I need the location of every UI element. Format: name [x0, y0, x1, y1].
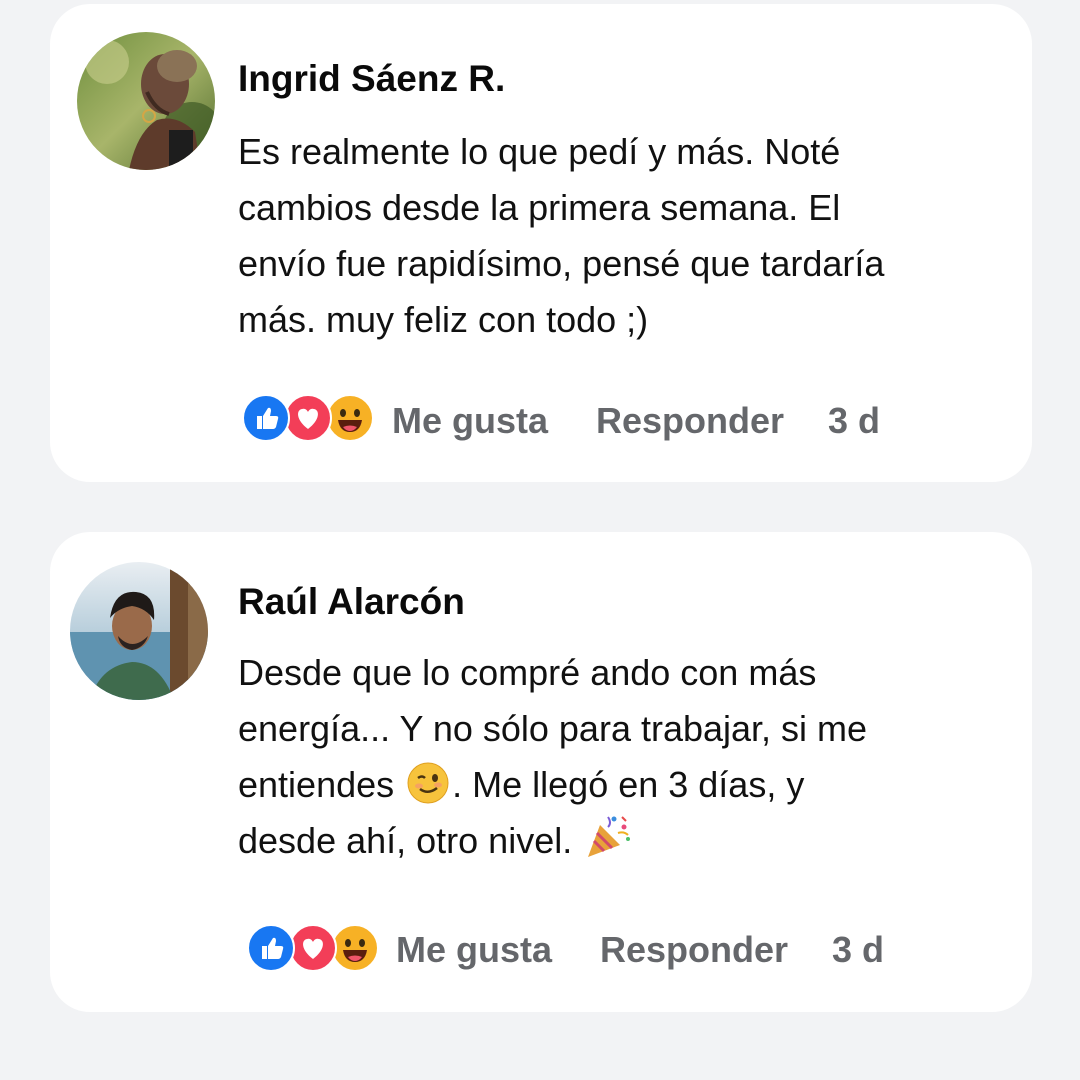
- comment-text-line: entiendes . Me llegó en 3 días, y: [238, 757, 978, 813]
- love-icon: [289, 924, 337, 972]
- comment-author-name[interactable]: Raúl Alarcón: [238, 581, 465, 623]
- like-button[interactable]: Me gusta: [392, 400, 548, 442]
- reaction-summary[interactable]: [247, 924, 382, 972]
- comment-text-line: cambios desde la primera semana. El: [238, 187, 841, 228]
- comment-text-line: más. muy feliz con todo ;): [238, 299, 649, 340]
- love-icon: [284, 394, 332, 442]
- comment-text-fragment: . Me llegó en 3 días, y: [452, 764, 805, 805]
- comment-text-line: Desde que lo compré ando con más: [238, 652, 817, 693]
- reply-button[interactable]: Responder: [600, 929, 788, 971]
- comment-author-name[interactable]: Ingrid Sáenz R.: [238, 58, 505, 100]
- haha-icon: [326, 394, 374, 442]
- comment-text-line: envío fue rapidísimo, pensé que tardaría: [238, 243, 885, 284]
- comment-timestamp[interactable]: 3 d: [828, 400, 880, 442]
- like-icon: [242, 394, 290, 442]
- like-icon: [247, 924, 295, 972]
- comment-timestamp[interactable]: 3 d: [832, 929, 884, 971]
- comment-text-line: energía... Y no sólo para trabajar, si m…: [238, 708, 868, 749]
- party-popper-emoji: [584, 813, 631, 857]
- comment-text-fragment: entiendes: [238, 764, 405, 805]
- winking-face-emoji: [406, 761, 450, 805]
- comment-text: Es realmente lo que pedí y más. Noté cam…: [238, 124, 978, 348]
- comment-text: Desde que lo compré ando con más energía…: [238, 645, 978, 869]
- reply-button[interactable]: Responder: [596, 400, 784, 442]
- comment-text-line: desde ahí, otro nivel.: [238, 813, 978, 869]
- comments-feed: Ingrid Sáenz R. Es realmente lo que pedí…: [0, 0, 1080, 1080]
- avatar[interactable]: [77, 32, 215, 170]
- comment-text-line: Es realmente lo que pedí y más. Noté: [238, 131, 841, 172]
- like-button[interactable]: Me gusta: [396, 929, 552, 971]
- reaction-summary[interactable]: [242, 394, 377, 442]
- comment-text-fragment: desde ahí, otro nivel.: [238, 820, 583, 861]
- haha-icon: [331, 924, 379, 972]
- avatar[interactable]: [70, 562, 208, 700]
